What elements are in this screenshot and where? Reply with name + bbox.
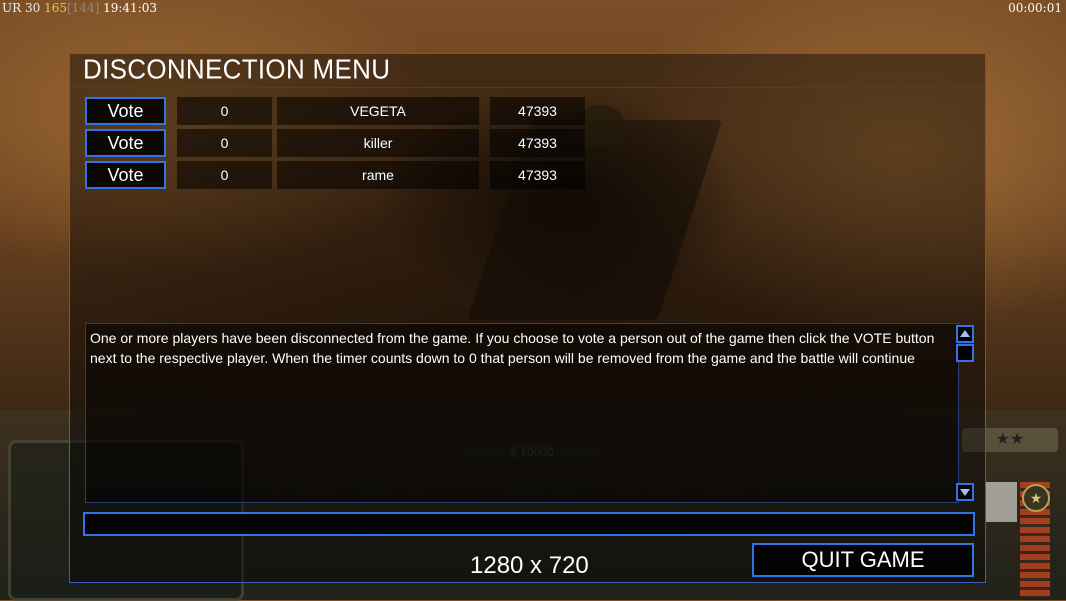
vote-count: 0: [177, 97, 272, 125]
status-region: UR: [2, 1, 22, 15]
vote-count: 0: [177, 161, 272, 189]
scroll-up-button[interactable]: [956, 325, 974, 343]
status-value-1: 30: [24, 1, 41, 15]
arrow-up-icon: [960, 330, 970, 337]
vote-button[interactable]: Vote: [85, 129, 166, 157]
vote-count: 0: [177, 129, 272, 157]
player-timer: 47393: [490, 161, 585, 189]
message-scrollbar[interactable]: [956, 325, 974, 501]
player-name: rame: [277, 161, 479, 189]
title-divider: [70, 87, 985, 88]
star-icon: ★: [1022, 484, 1050, 512]
vote-button[interactable]: Vote: [85, 161, 166, 189]
vote-button[interactable]: Vote: [85, 97, 166, 125]
arrow-down-icon: [960, 489, 970, 496]
scroll-down-button[interactable]: [956, 483, 974, 501]
player-timer: 47393: [490, 129, 585, 157]
status-left: UR 30 165[144] 19:41:03: [2, 0, 157, 16]
player-name: killer: [277, 129, 479, 157]
scroll-thumb[interactable]: [956, 344, 974, 362]
player-timer: 47393: [490, 97, 585, 125]
status-value-3: [144]: [67, 1, 100, 15]
dialog-title: DISCONNECTION MENU: [83, 53, 391, 85]
status-bar: UR 30 165[144] 19:41:03 00:00:01: [0, 0, 1066, 16]
status-value-2: 165: [44, 1, 67, 15]
chat-input[interactable]: [83, 512, 975, 536]
quit-game-button[interactable]: QUIT GAME: [752, 543, 974, 577]
player-row: Vote 0 VEGETA 47393: [85, 97, 605, 125]
player-row: Vote 0 killer 47393: [85, 129, 605, 157]
message-box: One or more players have been disconnect…: [85, 323, 959, 503]
disconnect-message: One or more players have been disconnect…: [90, 330, 935, 366]
disconnection-dialog: DISCONNECTION MENU Vote 0 VEGETA 47393 V…: [69, 53, 986, 583]
game-timer: 00:00:01: [1008, 1, 1062, 15]
hud-unit-portrait: [985, 482, 1017, 522]
player-name: VEGETA: [277, 97, 479, 125]
status-clock: 19:41:03: [103, 1, 158, 15]
player-row: Vote 0 rame 47393: [85, 161, 605, 189]
resolution-label: 1280 x 720: [470, 552, 589, 579]
